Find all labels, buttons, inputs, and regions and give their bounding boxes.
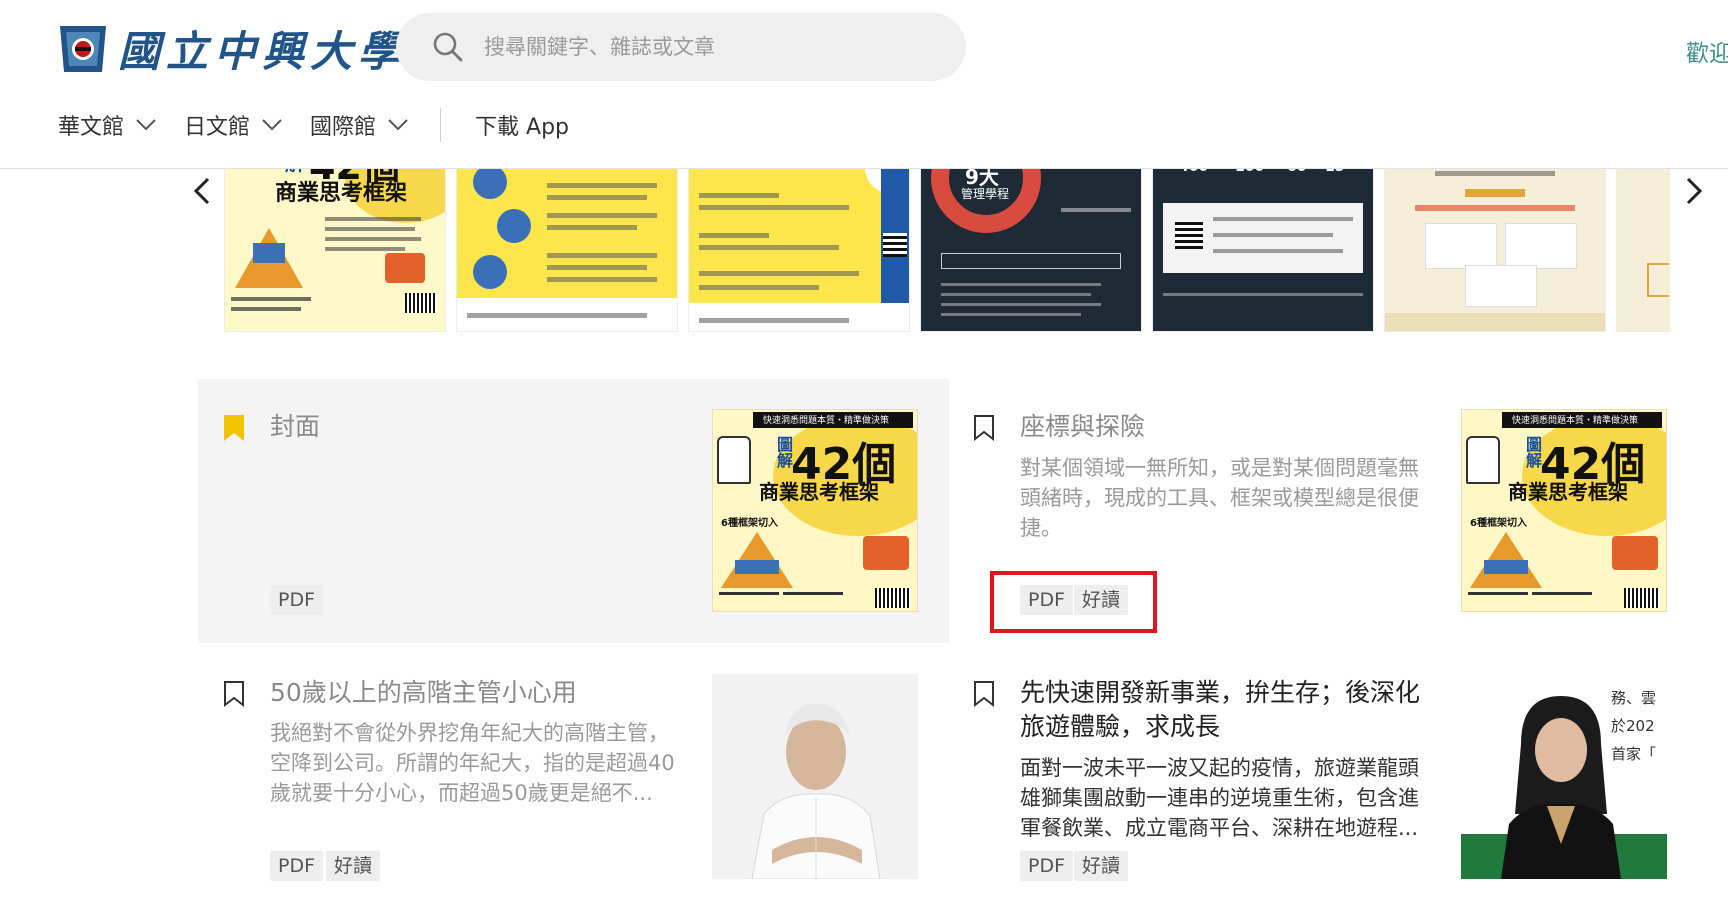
portrait-photo-woman[interactable]: 務、雲 於202 首家「 bbox=[1461, 674, 1667, 879]
nav-divider bbox=[440, 108, 442, 142]
welcome-text[interactable]: 歡迎 bbox=[1686, 34, 1728, 68]
bookmark-outline-icon[interactable] bbox=[223, 680, 245, 708]
download-app-link[interactable]: 下載 App bbox=[475, 109, 569, 141]
article-title[interactable]: 50歲以上的高階主管小心用 bbox=[270, 676, 577, 710]
tag-pdf[interactable]: PDF bbox=[270, 585, 324, 615]
search-icon bbox=[433, 32, 463, 62]
thumbnail-dark-management[interactable]: 9大 管理學程 bbox=[920, 152, 1142, 332]
tag-readable[interactable]: 好讀 bbox=[326, 851, 381, 881]
cover-banner: 快速洞悉問題本質・精準做決策 bbox=[1512, 416, 1639, 426]
article-excerpt: 對某個領域一無所知，或是對某個問題毫無頭緒時，現成的工具、框架或模型總是很便捷。 bbox=[1020, 456, 1419, 540]
portrait-man-illustration bbox=[712, 674, 918, 879]
thumbnail-sub-label: 管理學程 bbox=[961, 187, 1010, 201]
cover-subtitle: 商業思考框架 bbox=[759, 480, 879, 504]
chevron-down-icon bbox=[136, 119, 156, 131]
side-caption-line: 首家「 bbox=[1611, 745, 1657, 763]
book-cover-image[interactable]: 快速洞悉問題本質・精準做決策 圖解 42個 商業思考框架 6種框架切入 bbox=[1461, 409, 1667, 612]
side-caption-line: 務、雲 bbox=[1611, 689, 1657, 707]
chevron-down-icon bbox=[262, 119, 282, 131]
thumbnail-yellow-register[interactable] bbox=[688, 152, 910, 332]
nav-japanese-library-label: 日文館 bbox=[184, 115, 251, 140]
chevron-down-icon bbox=[388, 119, 408, 131]
nav-international-library[interactable]: 國際館 bbox=[310, 109, 408, 141]
main-nav: 華文館 日文館 國際館 下載 App bbox=[58, 108, 569, 142]
book-cover-image[interactable]: 快速洞悉問題本質・精準做決策 圖解 42個 商業思考框架 6種框架切入 bbox=[712, 409, 918, 612]
thumbnail-beige-course[interactable] bbox=[1384, 152, 1606, 332]
side-caption: 務、雲 於202 首家「 bbox=[1611, 684, 1667, 768]
tag-readable[interactable]: 好讀 bbox=[1074, 851, 1129, 881]
tag-pdf[interactable]: PDF bbox=[1020, 851, 1074, 881]
search-bar[interactable] bbox=[396, 13, 966, 81]
tag-pdf[interactable]: PDF bbox=[270, 851, 324, 881]
thumbnail-cover[interactable]: 解 42個 商業思考框架 bbox=[224, 152, 446, 332]
article-title[interactable]: 座標與探險 bbox=[1020, 410, 1145, 444]
university-emblem-icon bbox=[60, 25, 106, 72]
tag-pdf[interactable]: PDF bbox=[1020, 585, 1074, 615]
cover-subtitle: 商業思考框架 bbox=[1508, 480, 1628, 504]
portrait-photo-man[interactable] bbox=[712, 674, 918, 879]
article-title[interactable]: 封面 bbox=[270, 410, 320, 444]
nav-japanese-library[interactable]: 日文館 bbox=[184, 109, 282, 141]
cover-badge: 6種框架切入 bbox=[721, 518, 778, 529]
chevron-right-icon[interactable] bbox=[1682, 176, 1706, 206]
search-input[interactable] bbox=[482, 34, 926, 60]
cover-banner: 快速洞悉問題本質・精準做決策 bbox=[763, 416, 890, 426]
article-excerpt: 我絕對不會從外界挖角年紀大的高階主管，空降到公司。所謂的年紀大，指的是超過40歲… bbox=[270, 721, 675, 805]
tag-readable[interactable]: 好讀 bbox=[1074, 585, 1129, 615]
bookmark-outline-icon[interactable] bbox=[973, 680, 995, 708]
thumbnail-dark-stats[interactable]: 400 100 60 15 bbox=[1152, 152, 1374, 332]
page-thumbnail-strip: 解 42個 商業思考框架 bbox=[224, 152, 1670, 334]
article-title[interactable]: 先快速開發新事業，拚生存；後深化旅遊體驗，求成長 bbox=[1020, 676, 1430, 744]
thumbnail-beige-partial[interactable] bbox=[1616, 152, 1670, 332]
bookmark-outline-icon[interactable] bbox=[973, 414, 995, 442]
nav-international-library-label: 國際館 bbox=[310, 115, 377, 140]
university-name: 國立中興大學 bbox=[118, 27, 407, 76]
nav-chinese-library[interactable]: 華文館 bbox=[58, 109, 156, 141]
cover-badge: 6種框架切入 bbox=[1470, 518, 1527, 529]
article-excerpt: 面對一波未平一波又起的疫情，旅遊業龍頭雄獅集團啟動一連串的逆境重生術，包含進軍餐… bbox=[1020, 756, 1419, 840]
chevron-left-icon[interactable] bbox=[190, 176, 214, 206]
nav-chinese-library-label: 華文館 bbox=[58, 115, 125, 140]
side-caption-line: 於202 bbox=[1611, 717, 1655, 735]
thumbnail-yellow-infographic[interactable] bbox=[456, 152, 678, 332]
thumbnail-subtitle: 商業思考框架 bbox=[275, 181, 408, 206]
bookmark-filled-icon[interactable] bbox=[223, 414, 245, 442]
university-logo[interactable]: 國立中興大學 bbox=[56, 18, 406, 79]
top-header: 國立中興大學 歡迎 華文館 日文館 國際館 下載 App bbox=[0, 0, 1728, 169]
